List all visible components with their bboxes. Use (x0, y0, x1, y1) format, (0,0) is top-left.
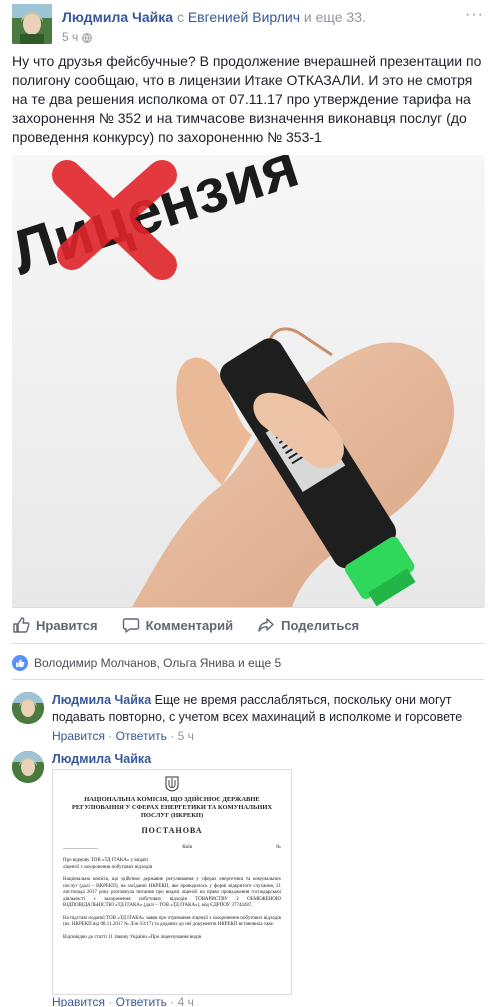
commenter-avatar[interactable] (12, 751, 44, 783)
more-dots-icon[interactable]: ··· (465, 6, 484, 24)
post-image[interactable]: Лицензия (12, 155, 485, 607)
post-actions: Нравится Комментарий Поделиться (12, 608, 484, 642)
commenter-name[interactable]: Людмила Чайка (52, 752, 151, 766)
document-number: № (276, 845, 281, 850)
tagged-more[interactable]: и еще 33. (304, 9, 366, 25)
globe-icon (82, 32, 93, 43)
post-header: Людмила Чайка с Евгенией Вирлич и еще 33… (12, 4, 484, 48)
post-time[interactable]: 5 ч (62, 30, 78, 44)
document-paragraph: Національна комісія, що здійснює державн… (63, 877, 281, 908)
post-text: Ну что друзья фейсбучные? В продолжение … (12, 53, 482, 145)
comment-reply-link[interactable]: Ответить (116, 729, 167, 743)
author-name[interactable]: Людмила Чайка (62, 9, 173, 25)
facebook-post: Людмила Чайка с Евгенией Вирлич и еще 33… (0, 0, 496, 1007)
thumbs-up-icon (13, 617, 30, 633)
comment-meta: Нравится · Ответить · 5 ч (52, 729, 194, 743)
comment-button[interactable]: Комментарий (122, 616, 234, 634)
attached-document-image[interactable]: НАЦІОНАЛЬНА КОМІСІЯ, ЩО ЗДІЙСНЮЄ ДЕРЖАВН… (52, 769, 292, 995)
document-place: Київ (182, 845, 192, 850)
document-paragraph: Відповідно до статті 11 Закону України «… (63, 934, 202, 940)
comment-body: Людмила Чайка Еще не время расслабляться… (52, 692, 484, 745)
divider (12, 679, 484, 680)
comment-label: Комментарий (145, 617, 234, 633)
comment-reply-link[interactable]: Ответить (116, 995, 167, 1007)
comment-like-link[interactable]: Нравится (52, 995, 105, 1007)
author-avatar[interactable] (12, 4, 52, 44)
comment: Людмила Чайка НАЦІОНАЛЬНА КОМІСІЯ, ЩО ЗД… (12, 751, 484, 1007)
commenter-name[interactable]: Людмила Чайка (52, 693, 151, 707)
comment-body: Людмила Чайка (52, 751, 484, 768)
comment-icon (122, 618, 139, 633)
share-icon (258, 618, 274, 632)
with-text: с (176, 9, 184, 25)
like-button[interactable]: Нравится (12, 616, 98, 634)
comment: Людмила Чайка Еще не время расслабляться… (12, 692, 484, 745)
comment-meta: Нравится · Ответить · 4 ч (52, 995, 194, 1007)
author-line: Людмила Чайка с Евгенией Вирлич и еще 33… (62, 9, 366, 25)
share-button[interactable]: Поделиться (257, 616, 359, 634)
comment-time[interactable]: 4 ч (178, 995, 194, 1007)
comment-time[interactable]: 5 ч (178, 729, 194, 743)
comment-like-link[interactable]: Нравится (52, 729, 105, 743)
commenter-avatar[interactable] (12, 692, 44, 724)
document-subject: Про відмову ТОВ «ТД ІТАКА» у видачі ліце… (63, 858, 153, 870)
document-paragraph: На підставі поданої ТОВ «ТД ІТАКА» заяви… (63, 915, 281, 928)
document-place-line: ______________ Київ № (63, 845, 281, 850)
divider (12, 643, 484, 644)
document-title: ПОСТАНОВА (141, 826, 203, 835)
share-label: Поделиться (281, 617, 360, 633)
like-label: Нравится (36, 617, 98, 633)
like-reaction-icon (12, 655, 28, 671)
trident-emblem-icon (165, 776, 179, 792)
document-header: НАЦІОНАЛЬНА КОМІСІЯ, ЩО ЗДІЙСНЮЄ ДЕРЖАВН… (71, 796, 273, 819)
tagged-name[interactable]: Евгенией Вирлич (188, 9, 300, 25)
reactions-names[interactable]: Володимир Молчанов, Ольга Янива и еще 5 (34, 656, 281, 670)
post-meta: 5 ч (62, 30, 93, 44)
reactions-summary[interactable]: Володимир Молчанов, Ольга Янива и еще 5 (12, 655, 281, 671)
